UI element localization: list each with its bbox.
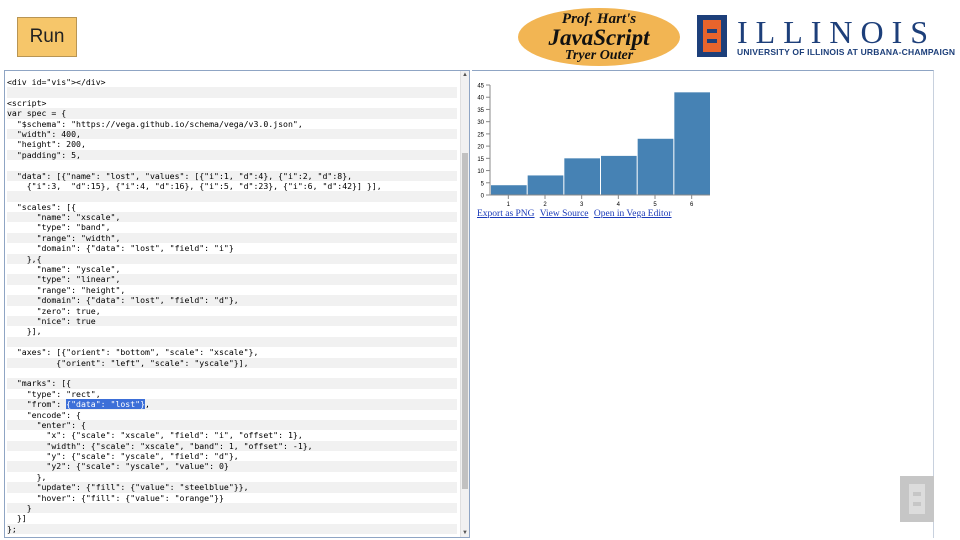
code-line[interactable] [7, 191, 457, 202]
code-line[interactable]: "hover": {"fill": {"value": "orange"}} [7, 493, 457, 503]
code-line[interactable]: "range": "width", [7, 232, 457, 244]
y-tick-label: 45 [477, 84, 484, 90]
x-tick-label: 5 [653, 202, 657, 207]
code-line[interactable] [7, 368, 457, 378]
code-line[interactable]: "range": "height", [7, 285, 457, 295]
code-line[interactable]: "width": {"scale": "xscale", "band": 1, … [7, 440, 457, 452]
code-line[interactable]: "height": 200, [7, 139, 457, 149]
bar-chart: 0510152025303540451 2 3 4 5 6 [477, 84, 710, 207]
code-line[interactable]: <script> [7, 98, 457, 108]
x-tick-label: 1 [507, 202, 511, 207]
bar [527, 175, 564, 195]
code-line[interactable]: "axes": [{"orient": "bottom", "scale": "… [7, 347, 457, 357]
code-text[interactable]: <div id="vis"></div> <script> var spec = {… [7, 77, 457, 535]
code-line[interactable]: var spec = { [7, 108, 457, 119]
code-line[interactable]: <div id="vis"></div> [7, 77, 457, 87]
selected-text[interactable]: {"data": "lost"} [66, 399, 146, 410]
x-tick-label: 4 [617, 202, 621, 207]
run-button[interactable]: Run [17, 17, 77, 57]
code-line[interactable]: "from": {"data": "lost"}, [7, 399, 457, 410]
code-editor[interactable]: <div id="vis"></div> <script> var spec = {… [4, 70, 470, 538]
y-tick-label: 5 [481, 181, 485, 187]
output-panel: 0 5 10 15 20 25 30 35 40 45 1 2 3 4 5 6 Export as PNG V… [472, 70, 934, 538]
bar [674, 92, 710, 195]
chart-links: Export as PNG View Source Open in Vega E… [477, 209, 675, 219]
code-line[interactable]: }, [7, 472, 457, 482]
x-tick-label: 3 [580, 202, 584, 207]
code-line[interactable]: "nice": true [7, 315, 457, 327]
y-tick-label: 35 [477, 108, 484, 114]
y-tick-label: 25 [477, 132, 484, 138]
bar [491, 185, 527, 195]
bar [637, 138, 674, 195]
code-line[interactable]: "type": "rect", [7, 389, 457, 399]
logo-line-3: Tryer Outer [564, 48, 634, 63]
code-line[interactable]: "y": {"scale": "yscale", "field": "d"}, [7, 451, 457, 461]
code-line[interactable]: },{ [7, 253, 457, 265]
open-vega-editor-link[interactable]: Open in Vega Editor [594, 209, 672, 219]
code-line[interactable]: "domain": {"data": "lost", "field": "d"}… [7, 295, 457, 306]
code-line[interactable]: "$schema": "https://vega.github.io/schem… [7, 119, 457, 129]
bar [564, 158, 600, 195]
y-tick-label: 15 [477, 157, 484, 163]
y-tick-label: 30 [477, 120, 484, 126]
code-line[interactable] [7, 336, 457, 348]
y-tick-label: 40 [477, 96, 484, 102]
y-tick-label: 0 [481, 194, 485, 200]
code-line[interactable] [7, 160, 457, 170]
x-tick-label: 6 [690, 202, 694, 207]
x-tick-label: 2 [543, 202, 547, 207]
code-line[interactable]: "name": "yscale", [7, 264, 457, 274]
export-png-link[interactable]: Export as PNG [477, 209, 535, 219]
block-i-corner-icon [900, 476, 934, 522]
code-line[interactable]: }], [7, 326, 457, 336]
scroll-down-arrow-icon[interactable]: ▼ [461, 529, 469, 537]
code-line[interactable]: "enter": { [7, 419, 457, 431]
illinois-subtitle: UNIVERSITY OF ILLINOIS AT URBANA-CHAMPAI… [737, 47, 956, 57]
code-line[interactable]: {"i":3, "d":15}, {"i":4, "d":16}, {"i":5… [7, 181, 457, 191]
code-line[interactable]: "scales": [{ [7, 202, 457, 212]
code-line[interactable]: "width": 400, [7, 128, 457, 140]
code-line[interactable]: "update": {"fill": {"value": "steelblue"… [7, 482, 457, 493]
code-line[interactable]: "domain": {"data": "lost", "field": "i"} [7, 243, 457, 253]
y-tick-label: 10 [477, 169, 484, 175]
tryer-outer-logo: Prof. Hart's JavaScript Tryer Outer [518, 8, 680, 66]
code-line[interactable]: }; [7, 523, 457, 535]
code-line[interactable]: "marks": [{ [7, 378, 457, 389]
code-line[interactable]: "x": {"scale": "xscale", "field": "i", "… [7, 430, 457, 440]
code-line[interactable]: "name": "xscale", [7, 212, 457, 223]
code-line[interactable]: "encode": { [7, 410, 457, 420]
code-line[interactable] [7, 87, 457, 98]
code-line[interactable]: "data": [{"name": "lost", "values": [{"i… [7, 170, 457, 181]
code-line[interactable]: "padding": 5, [7, 149, 457, 161]
code-line[interactable]: "zero": true, [7, 306, 457, 316]
bar [601, 155, 637, 195]
code-line[interactable]: {"orient": "left", "scale": "yscale"}], [7, 357, 457, 368]
code-line[interactable]: "type": "band", [7, 222, 457, 232]
block-i-icon [697, 15, 727, 57]
y-tick-label: 20 [477, 145, 484, 151]
illinois-logo: ILLINOIS UNIVERSITY OF ILLINOIS AT URBAN… [697, 14, 955, 59]
scroll-up-arrow-icon[interactable]: ▲ [461, 71, 469, 79]
scrollbar-thumb[interactable] [462, 153, 468, 489]
code-line[interactable]: "y2": {"scale": "yscale", "value": 0} [7, 461, 457, 472]
editor-scrollbar[interactable]: ▲ ▼ [460, 71, 469, 537]
code-line[interactable]: }] [7, 513, 457, 523]
illinois-wordmark: ILLINOIS [737, 14, 937, 50]
view-source-link[interactable]: View Source [540, 209, 589, 219]
code-line[interactable]: } [7, 503, 457, 514]
code-line[interactable]: "type": "linear", [7, 274, 457, 285]
